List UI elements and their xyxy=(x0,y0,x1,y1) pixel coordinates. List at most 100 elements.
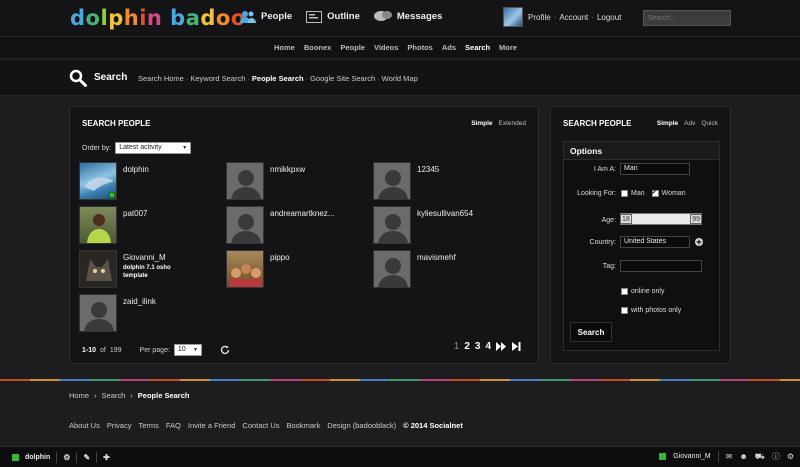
avatar[interactable] xyxy=(226,206,264,244)
sublink-keyword-search[interactable]: Keyword Search xyxy=(190,74,245,83)
page-1[interactable]: 1 xyxy=(454,341,460,352)
age-min-handle[interactable]: 18 xyxy=(620,214,632,224)
person-name[interactable]: Giovanni_M xyxy=(123,253,166,262)
looking-man-checkbox[interactable] xyxy=(621,189,628,197)
avatar[interactable] xyxy=(226,162,264,200)
person-name[interactable]: zaid_ilink xyxy=(123,297,156,306)
menu-item-boonex[interactable]: Boonex xyxy=(304,43,332,52)
avatar[interactable] xyxy=(226,250,264,288)
gear-icon[interactable]: ⚙ xyxy=(63,453,70,462)
per-page-select[interactable]: 10 ▼ xyxy=(173,344,202,356)
person-card[interactable]: Giovanni_M dolphin 7.1 osho template xyxy=(79,250,224,290)
page-4[interactable]: 4 xyxy=(485,341,491,352)
sublink-people-search[interactable]: People Search xyxy=(252,74,304,83)
footer-faq[interactable]: FAQ xyxy=(166,421,181,430)
avatar[interactable] xyxy=(373,250,411,288)
person-card[interactable]: nmikkpxw xyxy=(226,162,371,202)
person-name[interactable]: mavismehf xyxy=(417,253,456,262)
avatar[interactable] xyxy=(373,206,411,244)
footer-invite-friend[interactable]: Invite a Friend xyxy=(188,421,236,430)
footer: Home › Search › People Search About Us P… xyxy=(0,381,800,446)
sublink-google-site-search[interactable]: Google Site Search xyxy=(310,74,375,83)
menu-item-ads[interactable]: Ads xyxy=(442,43,456,52)
mail-icon[interactable]: ✉ xyxy=(726,452,733,461)
avatar[interactable] xyxy=(79,250,117,288)
person-card[interactable]: pippo xyxy=(226,250,371,290)
footer-bookmark[interactable]: Bookmark xyxy=(287,421,321,430)
person-name[interactable]: 12345 xyxy=(417,165,439,174)
footer-contact-us[interactable]: Contact Us xyxy=(242,421,279,430)
edit-icon[interactable]: ✎ xyxy=(83,453,90,462)
profile-link[interactable]: Profile xyxy=(528,13,551,22)
person-name[interactable]: nmikkpxw xyxy=(270,165,305,174)
tag-input[interactable] xyxy=(620,260,702,272)
person-name[interactable]: kyliesullivan654 xyxy=(417,209,473,218)
order-by-select[interactable]: Latest activity ▼ xyxy=(115,142,192,154)
tab-form-simple[interactable]: Simple xyxy=(657,120,678,127)
page-2[interactable]: 2 xyxy=(464,341,470,352)
person-card[interactable]: andreamartknez... xyxy=(226,206,371,246)
avatar[interactable] xyxy=(373,162,411,200)
person-card[interactable]: zaid_ilink xyxy=(79,294,224,334)
person-name[interactable]: pippo xyxy=(270,253,290,262)
breadcrumb-search[interactable]: Search xyxy=(102,391,126,400)
avatar[interactable] xyxy=(79,294,117,332)
looking-woman-checkbox[interactable] xyxy=(651,188,659,197)
age-slider[interactable]: 18 99 xyxy=(620,213,702,225)
dock-user-label[interactable]: Giovanni_M xyxy=(673,453,710,460)
tab-simple[interactable]: Simple xyxy=(471,120,492,127)
nav-outline[interactable]: Outline xyxy=(306,10,360,23)
logout-link[interactable]: Logout xyxy=(597,13,621,22)
menu-item-home[interactable]: Home xyxy=(274,43,295,52)
person-card[interactable]: mavismehf xyxy=(373,250,518,290)
search-button[interactable]: Search xyxy=(570,322,612,342)
breadcrumb-home[interactable]: Home xyxy=(69,391,89,400)
with-photos-checkbox[interactable] xyxy=(621,307,628,314)
avatar[interactable] xyxy=(79,206,117,244)
person-card[interactable]: dolphin xyxy=(79,162,224,202)
menu-item-videos[interactable]: Videos xyxy=(374,43,398,52)
gear-icon[interactable]: ⚙ xyxy=(787,452,794,461)
person-card[interactable]: 12345 xyxy=(373,162,518,202)
footer-privacy[interactable]: Privacy xyxy=(107,421,132,430)
nav-messages[interactable]: Messages xyxy=(373,10,442,23)
menu-item-search[interactable]: Search xyxy=(465,43,490,52)
cart-icon[interactable]: ⛟ xyxy=(755,452,765,462)
sublink-world-map[interactable]: World Map xyxy=(382,74,418,83)
menu-item-photos[interactable]: Photos xyxy=(407,43,432,52)
online-only-checkbox[interactable] xyxy=(621,288,628,295)
person-name[interactable]: pat007 xyxy=(123,209,147,218)
person-card[interactable]: kyliesullivan654 xyxy=(373,206,518,246)
site-logo[interactable]: dolphin badoo xyxy=(70,6,246,30)
page-3[interactable]: 3 xyxy=(475,341,481,352)
options-box: Options I Am A: Man Looking For: Man Wom… xyxy=(563,141,720,351)
person-name[interactable]: dolphin xyxy=(123,165,149,174)
tab-form-adv[interactable]: Adv xyxy=(684,120,695,127)
nav-people[interactable]: People xyxy=(240,10,292,23)
dock-site-label[interactable]: dolphin xyxy=(25,454,50,461)
next-page-icon[interactable] xyxy=(496,342,507,351)
menu-item-people[interactable]: People xyxy=(340,43,365,52)
age-max-handle[interactable]: 99 xyxy=(690,214,702,224)
refresh-icon[interactable] xyxy=(220,345,230,355)
person-card[interactable]: pat007 xyxy=(79,206,224,246)
i-am-field[interactable]: Man xyxy=(620,163,690,175)
tab-extended[interactable]: Extended xyxy=(499,120,526,127)
user-avatar[interactable] xyxy=(503,7,523,27)
info-icon[interactable]: ⓘ xyxy=(772,451,780,462)
country-select[interactable]: United States xyxy=(620,236,690,248)
account-link[interactable]: Account xyxy=(559,13,588,22)
menu-item-more[interactable]: More xyxy=(499,43,517,52)
header-search-input[interactable] xyxy=(643,10,731,26)
footer-about-us[interactable]: About Us xyxy=(69,421,100,430)
friends-icon[interactable]: ☻ xyxy=(739,452,747,461)
avatar[interactable] xyxy=(79,162,117,200)
add-icon[interactable] xyxy=(695,238,703,246)
tab-form-quick[interactable]: Quick xyxy=(701,120,718,127)
last-page-icon[interactable] xyxy=(512,342,521,351)
person-name[interactable]: andreamartknez... xyxy=(270,209,334,218)
plus-icon[interactable]: ✚ xyxy=(103,453,110,462)
footer-design[interactable]: Design (badooblack) xyxy=(327,421,396,430)
footer-terms[interactable]: Terms xyxy=(138,421,158,430)
sublink-search-home[interactable]: Search Home xyxy=(138,74,184,83)
